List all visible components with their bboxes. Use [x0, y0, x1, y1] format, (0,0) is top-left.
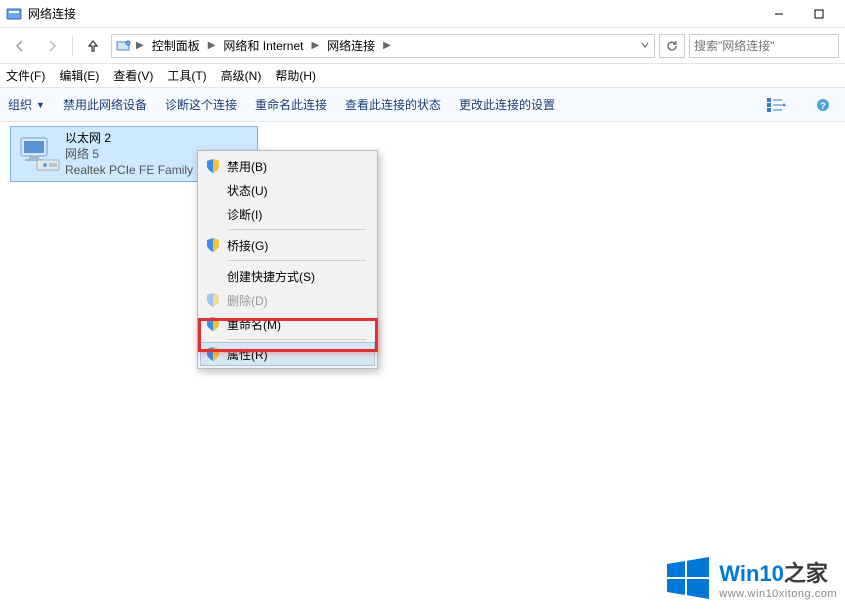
tool-disable[interactable]: 禁用此网络设备: [63, 96, 147, 113]
ctx-label: 状态(U): [227, 182, 268, 199]
address-dropdown-icon[interactable]: [640, 39, 650, 53]
navigation-bar: ▶ 控制面板 ▶ 网络和 Internet ▶ 网络连接 ▶: [0, 28, 845, 64]
shield-icon: [205, 316, 221, 332]
ctx-diagnose[interactable]: 诊断(I): [201, 202, 374, 226]
tool-rename[interactable]: 重命名此连接: [255, 96, 327, 113]
shield-icon: [205, 237, 221, 253]
title-bar: 网络连接: [0, 0, 845, 28]
network-adapter-icon: [15, 130, 63, 178]
context-menu: 禁用(B) 状态(U) 诊断(I) 桥接(G) 创建快捷方式(S) 删除(D) …: [197, 150, 378, 369]
menu-file[interactable]: 文件(F): [6, 67, 45, 84]
adapter-name: 以太网 2: [65, 130, 193, 146]
breadcrumb-leaf[interactable]: 网络连接: [323, 37, 379, 54]
maximize-button[interactable]: [799, 1, 839, 27]
refresh-button[interactable]: [659, 34, 685, 58]
ctx-delete: 删除(D): [201, 288, 374, 312]
address-bar[interactable]: ▶ 控制面板 ▶ 网络和 Internet ▶ 网络连接 ▶: [111, 34, 655, 58]
ctx-label: 删除(D): [227, 292, 268, 309]
chevron-right-icon[interactable]: ▶: [383, 40, 391, 51]
ctx-properties[interactable]: 属性(R): [200, 342, 375, 366]
minimize-button[interactable]: [759, 1, 799, 27]
menu-separator: [229, 229, 366, 230]
menu-advanced[interactable]: 高级(N): [221, 67, 262, 84]
ctx-disable[interactable]: 禁用(B): [201, 154, 374, 178]
location-icon: [116, 38, 132, 54]
watermark-url: www.win10xitong.com: [719, 588, 837, 600]
search-box[interactable]: [689, 34, 839, 58]
help-button[interactable]: ?: [809, 94, 837, 116]
search-input[interactable]: [694, 39, 834, 53]
chevron-right-icon[interactable]: ▶: [208, 40, 216, 51]
menu-bar: 文件(F) 编辑(E) 查看(V) 工具(T) 高级(N) 帮助(H): [0, 64, 845, 88]
tool-change[interactable]: 更改此连接的设置: [459, 96, 555, 113]
chevron-down-icon: ▼: [36, 100, 45, 110]
watermark-brand: Win10之家: [719, 556, 837, 588]
windows-logo-icon: [663, 554, 711, 602]
menu-view[interactable]: 查看(V): [113, 67, 153, 84]
tool-organize[interactable]: 组织▼: [8, 96, 45, 113]
back-button[interactable]: [6, 33, 34, 59]
svg-text:?: ?: [820, 101, 826, 111]
breadcrumb-root[interactable]: 控制面板: [148, 37, 204, 54]
shield-icon: [205, 158, 221, 174]
up-button[interactable]: [79, 33, 107, 59]
tool-diagnose[interactable]: 诊断这个连接: [165, 96, 237, 113]
ctx-label: 属性(R): [227, 346, 268, 363]
menu-tools[interactable]: 工具(T): [167, 67, 206, 84]
breadcrumb-mid[interactable]: 网络和 Internet: [219, 37, 307, 54]
ctx-label: 重命名(M): [227, 316, 281, 333]
ctx-rename[interactable]: 重命名(M): [201, 312, 374, 336]
window-title: 网络连接: [28, 5, 759, 22]
chevron-right-icon[interactable]: ▶: [136, 40, 144, 51]
ctx-label: 桥接(G): [227, 237, 268, 254]
ctx-shortcut[interactable]: 创建快捷方式(S): [201, 264, 374, 288]
ctx-label: 诊断(I): [227, 206, 262, 223]
ctx-bridge[interactable]: 桥接(G): [201, 233, 374, 257]
menu-separator: [229, 260, 366, 261]
menu-edit[interactable]: 编辑(E): [59, 67, 99, 84]
adapter-device: Realtek PCIe FE Family: [65, 162, 193, 178]
shield-icon: [205, 292, 221, 308]
ctx-label: 禁用(B): [227, 158, 267, 175]
tool-status[interactable]: 查看此连接的状态: [345, 96, 441, 113]
forward-button[interactable]: [38, 33, 66, 59]
content-area: 以太网 2 网络 5 Realtek PCIe FE Family 禁用(B) …: [0, 122, 845, 612]
watermark: Win10之家 www.win10xitong.com: [663, 554, 837, 602]
chevron-right-icon[interactable]: ▶: [311, 40, 319, 51]
menu-help[interactable]: 帮助(H): [275, 67, 316, 84]
shield-icon: [205, 346, 221, 362]
app-icon: [6, 6, 22, 22]
view-options-button[interactable]: [763, 94, 791, 116]
ctx-label: 创建快捷方式(S): [227, 268, 315, 285]
menu-separator: [229, 339, 366, 340]
adapter-text: 以太网 2 网络 5 Realtek PCIe FE Family: [65, 130, 193, 178]
separator: [72, 36, 73, 56]
ctx-status[interactable]: 状态(U): [201, 178, 374, 202]
adapter-network: 网络 5: [65, 146, 193, 162]
command-bar: 组织▼ 禁用此网络设备 诊断这个连接 重命名此连接 查看此连接的状态 更改此连接…: [0, 88, 845, 122]
